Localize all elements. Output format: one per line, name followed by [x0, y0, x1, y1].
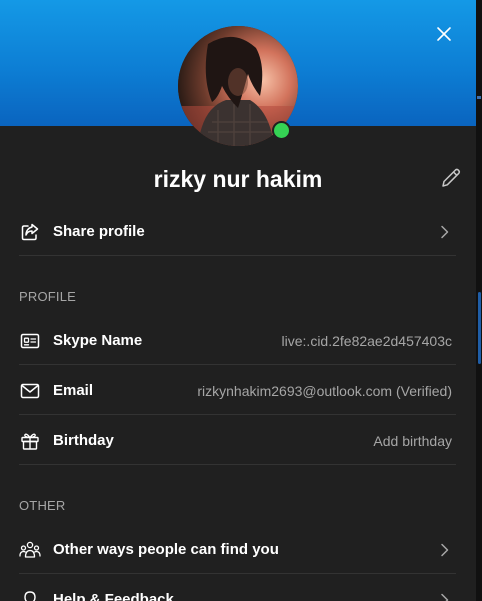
profile-section-heading: PROFILE	[19, 289, 77, 304]
profile-panel: rizky nur hakim Share profile PROFILE Sk…	[0, 0, 476, 601]
other-ways-find-you-label: Other ways people can find you	[53, 541, 279, 558]
divider	[19, 414, 456, 415]
help-feedback-row[interactable]: Help & Feedback	[19, 575, 456, 601]
email-row[interactable]: Email rizkynhakim2693@outlook.com (Verif…	[19, 366, 456, 415]
display-name: rizky nur hakim	[153, 166, 323, 192]
email-label: Email	[53, 382, 94, 399]
chevron-right-icon	[441, 225, 449, 238]
divider	[19, 364, 456, 365]
avatar-container[interactable]	[178, 26, 298, 146]
lightbulb-icon	[24, 590, 36, 601]
divider	[19, 464, 456, 465]
birthday-row[interactable]: Birthday Add birthday	[19, 416, 456, 465]
email-value[interactable]: rizkynhakim2693@outlook.com (Verified)	[197, 383, 456, 399]
gift-icon	[21, 433, 39, 450]
skype-name-value[interactable]: live:.cid.2fe82ae2d457403c	[282, 333, 456, 349]
divider	[19, 255, 456, 256]
online-status-indicator	[272, 121, 291, 140]
birthday-label: Birthday	[53, 432, 114, 449]
close-button[interactable]	[430, 20, 458, 48]
add-birthday-link[interactable]: Add birthday	[373, 433, 456, 449]
skype-name-row[interactable]: Skype Name live:.cid.2fe82ae2d457403c	[19, 316, 456, 365]
other-section-heading: OTHER	[19, 498, 66, 513]
share-profile-row[interactable]: Share profile	[19, 207, 456, 256]
profile-window: rizky nur hakim Share profile PROFILE Sk…	[0, 0, 482, 601]
chevron-right-icon	[441, 593, 449, 601]
share-icon	[21, 223, 39, 240]
other-ways-find-you-row[interactable]: Other ways people can find you	[19, 525, 456, 574]
id-card-icon	[20, 333, 40, 348]
close-icon	[437, 27, 451, 41]
pencil-icon	[442, 168, 461, 187]
divider	[19, 573, 456, 574]
share-profile-label: Share profile	[53, 223, 145, 240]
edit-profile-button[interactable]	[438, 164, 464, 192]
people-icon	[19, 541, 41, 558]
name-row: rizky nur hakim	[0, 164, 476, 196]
help-feedback-label: Help & Feedback	[53, 591, 174, 601]
envelope-icon	[20, 383, 40, 398]
chevron-right-icon	[441, 543, 449, 556]
background-window-edge	[476, 0, 482, 601]
skype-name-label: Skype Name	[53, 332, 143, 349]
